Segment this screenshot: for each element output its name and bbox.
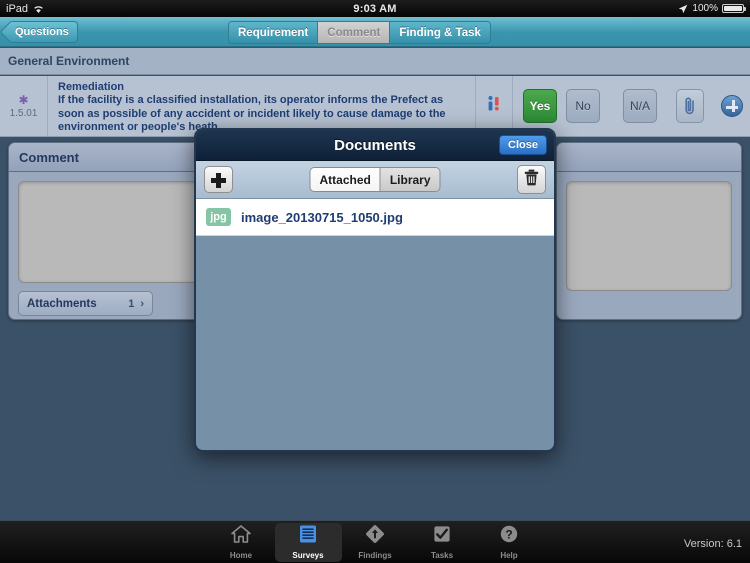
question-title: Remediation	[58, 81, 125, 93]
tab-attached[interactable]: Attached	[310, 168, 381, 191]
close-button[interactable]: Close	[499, 135, 547, 155]
back-button-questions[interactable]: Questions	[10, 20, 78, 43]
tab-home[interactable]: Home	[208, 523, 275, 562]
location-arrow-icon	[678, 4, 688, 14]
status-bar: iPad 9:03 AM 100%	[0, 0, 750, 17]
documents-modal-title: Documents	[334, 136, 416, 154]
question-number: 1.5.01	[9, 107, 38, 119]
answer-na-button[interactable]: N/A	[623, 89, 657, 123]
view-mode-segmented-control[interactable]: Requirement Comment Finding & Task	[228, 21, 491, 44]
delete-document-button[interactable]	[517, 165, 546, 194]
documents-list: jpg image_20130715_1050.jpg	[196, 199, 554, 236]
file-name: image_20130715_1050.jpg	[241, 209, 403, 225]
answer-yes-button[interactable]: Yes	[523, 89, 557, 123]
chevron-right-icon: ›	[140, 297, 144, 310]
answer-no-button[interactable]: No	[566, 89, 600, 123]
back-button-label: Questions	[15, 25, 69, 38]
attachments-count: 1	[128, 297, 135, 310]
list-item[interactable]: jpg image_20130715_1050.jpg	[196, 199, 554, 236]
section-header: General Environment	[0, 48, 750, 75]
tab-help[interactable]: ? Help	[476, 523, 543, 562]
tab-findings[interactable]: Findings	[342, 523, 409, 562]
tab-finding-task[interactable]: Finding & Task	[390, 22, 490, 43]
attachments-button-label: Attachments	[27, 297, 97, 310]
clock: 9:03 AM	[353, 2, 397, 15]
surveys-icon	[298, 524, 318, 549]
documents-modal: Documents Close Attached Library jpg ima…	[194, 128, 556, 452]
tab-comment[interactable]: Comment	[318, 22, 391, 43]
ipad-app-screen: iPad 9:03 AM 100% Questions Requirement …	[0, 0, 750, 563]
trash-icon	[524, 169, 539, 191]
help-icon: ?	[499, 524, 519, 549]
version-label: Version: 6.1	[683, 538, 742, 550]
tab-bar: Home Surveys Findings Tasks ? Help Versi…	[0, 520, 750, 563]
tab-home-label: Home	[229, 551, 253, 560]
required-star-icon: ✱	[18, 92, 29, 107]
tab-help-label: Help	[500, 551, 518, 560]
add-document-button[interactable]	[204, 166, 233, 193]
info-alert-icon[interactable]	[485, 95, 503, 118]
secondary-panel-header	[557, 143, 741, 172]
add-item-icon[interactable]	[721, 95, 743, 117]
documents-modal-titlebar: Documents Close	[196, 130, 554, 161]
tab-surveys[interactable]: Surveys	[274, 522, 342, 562]
status-bar-right: 100%	[678, 3, 746, 14]
file-type-badge: jpg	[206, 208, 231, 226]
attachments-button[interactable]: Attachments 1 ›	[18, 291, 153, 316]
section-title: General Environment	[8, 54, 130, 68]
tab-tasks-label: Tasks	[430, 551, 454, 560]
question-number-cell: ✱ 1.5.01	[0, 76, 48, 136]
tab-library[interactable]: Library	[380, 168, 440, 191]
documents-source-segmented-control[interactable]: Attached Library	[309, 167, 441, 192]
battery-percent: 100%	[692, 3, 718, 14]
tasks-icon	[432, 524, 452, 549]
svg-text:?: ?	[505, 528, 512, 542]
tab-findings-label: Findings	[358, 551, 392, 560]
tab-surveys-label: Surveys	[292, 551, 324, 560]
tab-tasks[interactable]: Tasks	[409, 523, 476, 562]
paperclip-icon[interactable]	[676, 89, 704, 123]
navigation-bar: Questions Requirement Comment Finding & …	[0, 17, 750, 47]
question-info-cell[interactable]	[475, 76, 513, 136]
comment-panel-title: Comment	[19, 149, 79, 165]
findings-icon	[365, 524, 385, 549]
secondary-textarea[interactable]	[566, 181, 732, 291]
home-icon	[230, 524, 252, 549]
battery-icon	[722, 4, 746, 13]
documents-toolbar: Attached Library	[196, 161, 554, 199]
tab-requirement[interactable]: Requirement	[229, 22, 319, 43]
secondary-panel	[556, 142, 742, 320]
secondary-panel-body	[557, 172, 741, 300]
question-text-cell: Remediation If the facility is a classif…	[48, 76, 475, 136]
answer-buttons: Yes No N/A	[513, 76, 750, 136]
